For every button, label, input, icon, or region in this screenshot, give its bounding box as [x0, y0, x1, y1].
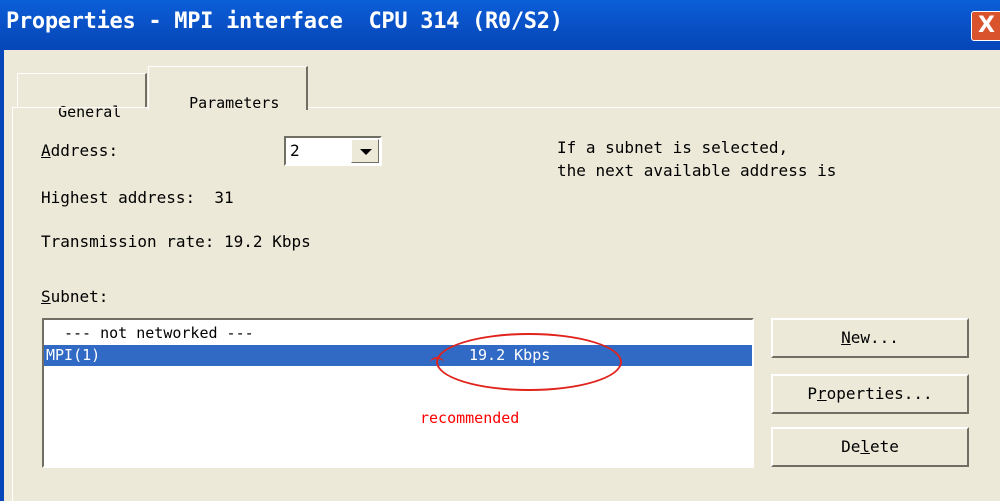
hint-line-2: the next available address is: [557, 161, 837, 180]
new-button[interactable]: New...: [771, 318, 969, 358]
list-item-selected[interactable]: MPI(1) 19.2 Kbps: [44, 345, 752, 366]
tab-general[interactable]: General: [17, 73, 147, 121]
list-item[interactable]: --- not networked ---: [44, 323, 752, 344]
window-title: Properties - MPI interface CPU 314 (R0/S…: [6, 9, 563, 34]
address-dropdown[interactable]: 2: [284, 136, 382, 166]
close-icon: X: [978, 13, 995, 38]
subnet-label: Subnet:: [41, 287, 109, 306]
chevron-down-icon[interactable]: [351, 139, 379, 163]
address-value: 2: [290, 141, 300, 160]
properties-button[interactable]: Properties...: [771, 374, 969, 414]
close-button[interactable]: X: [971, 11, 1000, 41]
address-label: Address:: [41, 141, 119, 160]
recommended-annotation: recommended: [420, 409, 520, 427]
delete-button[interactable]: Delete: [771, 427, 969, 467]
title-bar: Properties - MPI interface CPU 314 (R0/S…: [0, 0, 1000, 50]
transmission-rate: Transmission rate: 19.2 Kbps: [41, 232, 311, 251]
highest-address: Highest address: 31: [41, 188, 234, 207]
window-frame-edge: [0, 50, 4, 501]
tab-parameters-label: Parameters: [189, 94, 280, 112]
subnet-list[interactable]: --- not networked --- MPI(1) 19.2 Kbps: [42, 318, 754, 468]
hint-line-1: If a subnet is selected,: [557, 138, 789, 157]
tab-parameters[interactable]: Parameters: [148, 66, 308, 112]
highlight-ellipse: [430, 333, 622, 391]
